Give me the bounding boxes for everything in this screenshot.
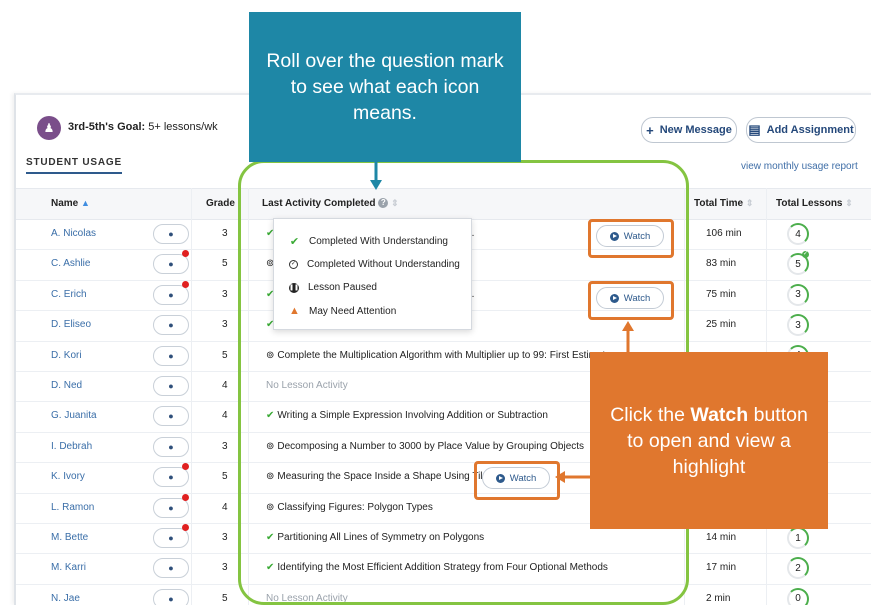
question-mark-callout: Roll over the question mark to see what …	[249, 12, 521, 162]
orange-arrow-left-head	[555, 471, 565, 483]
watch-button-callout: Click the Watch button to open and view …	[590, 352, 828, 529]
orange-arrow-up-head	[622, 321, 634, 331]
blue-arrow-head	[370, 180, 382, 190]
